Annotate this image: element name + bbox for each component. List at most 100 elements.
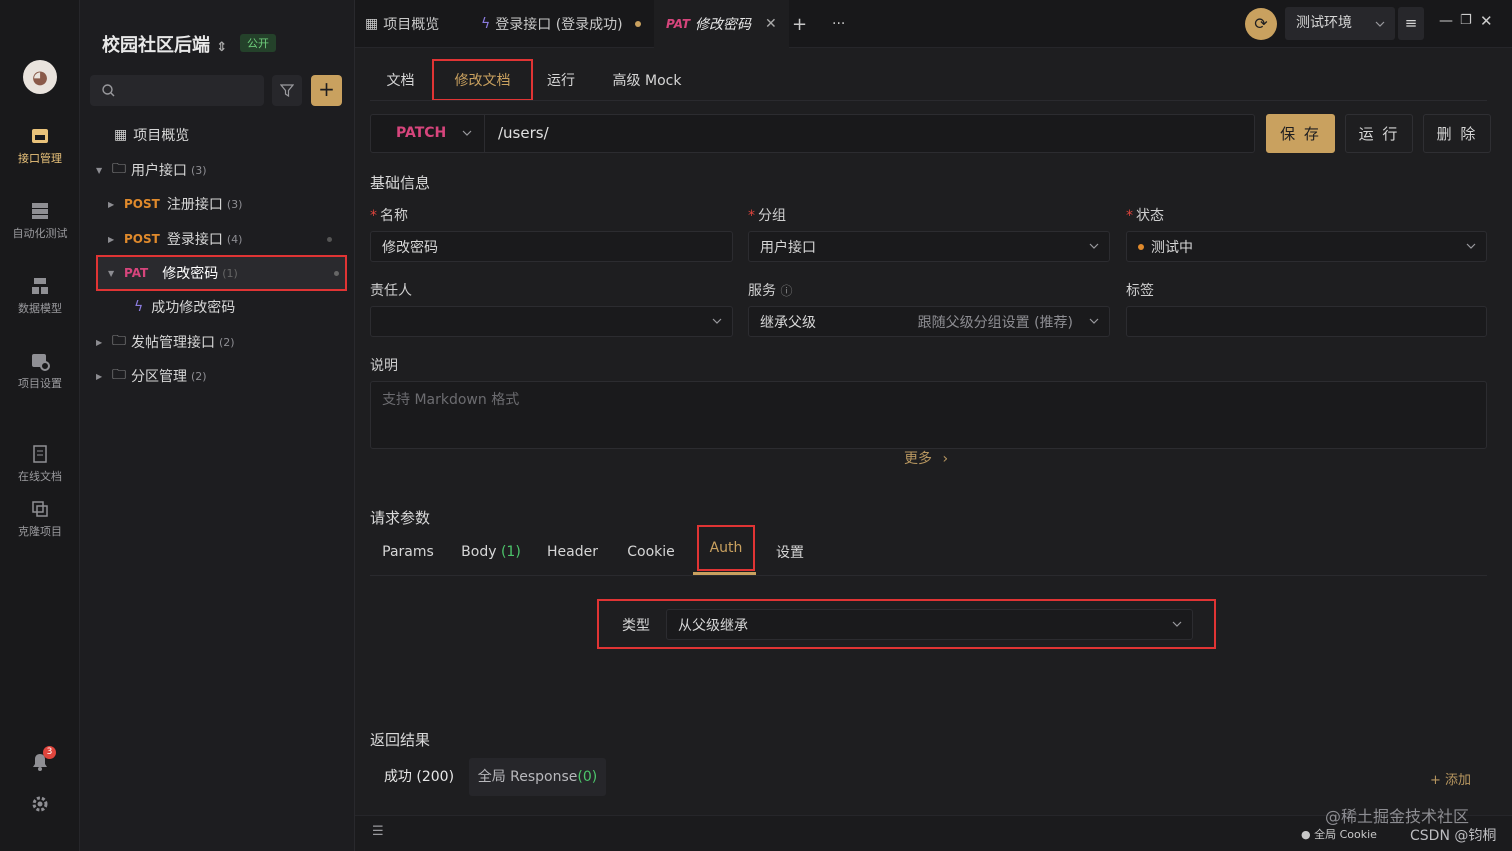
tree-label: 项目概览 — [133, 128, 190, 144]
tab-header[interactable]: Header — [540, 530, 605, 574]
add-response-button[interactable]: + 添加 — [1430, 769, 1471, 788]
help-icon[interactable]: ⓘ — [780, 284, 792, 298]
rail-item-data-model[interactable]: 数据模型 — [0, 276, 80, 316]
tab-body-label: Body — [461, 544, 497, 560]
tree-item-register[interactable]: ▶ POST 注册接口 (3) — [108, 189, 346, 219]
method-badge: POST — [124, 197, 160, 211]
group-select[interactable]: 用户接口 — [748, 231, 1110, 262]
tree-item-overview[interactable]: ▦ 项目概览 — [114, 120, 346, 150]
tree-item-case[interactable]: ϟ 成功修改密码 — [134, 292, 346, 322]
outline-icon[interactable]: ☰ — [372, 824, 384, 839]
search-input[interactable] — [90, 75, 264, 106]
response-title: 返回结果 — [370, 731, 431, 749]
caret-right-icon: ▶ — [96, 371, 103, 381]
tab-login[interactable]: ϟ 登录接口 (登录成功) — [481, 0, 641, 48]
project-title[interactable]: 校园社区后端 ⇕ — [102, 31, 227, 57]
tree-folder-zones[interactable]: ▶ 🗀 分区管理 (2) — [96, 361, 346, 391]
tab-method: PAT — [666, 17, 691, 31]
url-bar: PATCH /users/ — [370, 114, 1255, 153]
filter-icon — [280, 84, 294, 97]
sync-icon[interactable]: ⟳ — [1245, 8, 1277, 40]
tree-item-change-password[interactable]: ▼ PAT 修改密码 (1) — [96, 255, 347, 291]
minimize-icon[interactable]: — — [1439, 13, 1453, 29]
tree-label: 修改密码 — [162, 266, 219, 282]
folder-icon: 🗀 — [112, 333, 126, 349]
environment-select[interactable]: 测试环境 — [1285, 7, 1395, 40]
avatar[interactable]: ◕ — [23, 60, 57, 94]
method-badge: PAT — [124, 266, 149, 280]
new-tab-button[interactable]: + — [792, 0, 807, 48]
run-button[interactable]: 运 行 — [1345, 114, 1413, 153]
method-badge: POST — [124, 232, 160, 246]
restore-icon[interactable]: ❐ — [1460, 13, 1472, 28]
chevron-down-icon — [1172, 621, 1182, 627]
delete-button[interactable]: 删 除 — [1423, 114, 1491, 153]
more-link[interactable]: 更多 › — [904, 448, 948, 468]
method-value: PATCH — [396, 125, 447, 141]
tab-auth[interactable]: Auth — [697, 525, 755, 571]
group-label: * 分组 — [748, 208, 786, 224]
rail-label-api: 接口管理 — [18, 152, 62, 165]
status-dot — [1138, 243, 1144, 250]
name-field[interactable]: 修改密码 — [370, 231, 733, 262]
tree-folder-posts[interactable]: ▶ 🗀 发帖管理接口 (2) — [96, 327, 346, 357]
tree-item-login[interactable]: ▶ POST 登录接口 (4) — [108, 224, 346, 254]
gear-icon[interactable] — [31, 795, 49, 813]
tab-params[interactable]: Params — [373, 530, 443, 574]
owner-select[interactable] — [370, 306, 733, 337]
auth-type-select[interactable]: 从父级继承 — [666, 609, 1193, 640]
bolt-icon: ϟ — [134, 299, 144, 315]
rail-label-online-doc: 在线文档 — [18, 470, 62, 483]
response-tab-global-label: 全局 Response — [477, 769, 578, 785]
online-doc-icon — [33, 445, 47, 463]
subtab-doc[interactable]: 文档 — [373, 60, 428, 100]
description-textarea[interactable]: 支持 Markdown 格式 — [370, 381, 1487, 449]
switch-icon: ⇕ — [216, 40, 228, 55]
tree-label: 发帖管理接口 — [131, 335, 215, 351]
tags-input[interactable] — [1126, 306, 1487, 337]
tree-folder-user[interactable]: ▼ 🗀 用户接口 (3) — [96, 155, 346, 185]
data-model-icon — [32, 278, 48, 294]
close-icon[interactable]: ✕ — [765, 16, 777, 32]
status-value: 测试中 — [1151, 239, 1193, 256]
auth-type-value: 从父级继承 — [678, 617, 748, 634]
rail-item-api[interactable]: 接口管理 — [0, 126, 80, 166]
path-input[interactable]: /users/ — [498, 115, 549, 152]
tab-cookie[interactable]: Cookie — [620, 530, 682, 574]
tab-body[interactable]: Body (1) — [456, 530, 526, 574]
main-panel: ▦ 项目概览 ϟ 登录接口 (登录成功) PAT 修改密码 ✕ + ··· ⟳ … — [355, 0, 1512, 851]
response-tab-success[interactable]: 成功 (200) — [373, 758, 465, 796]
chevron-down-icon — [462, 130, 472, 136]
subtab-run[interactable]: 运行 — [535, 60, 587, 100]
add-button[interactable]: + — [311, 75, 342, 106]
menu-icon[interactable]: ≡ — [1398, 7, 1424, 40]
subtab-edit-doc[interactable]: 修改文档 — [432, 59, 533, 101]
tab-change-password[interactable]: PAT 修改密码 ✕ — [654, 0, 789, 48]
more-tabs-button[interactable]: ··· — [832, 0, 845, 48]
rail-item-settings[interactable]: 项目设置 — [0, 351, 80, 391]
owner-label: 责任人 — [370, 283, 412, 299]
rail-item-online-doc[interactable]: 在线文档 — [0, 444, 80, 484]
divider — [370, 575, 1487, 576]
response-tab-global[interactable]: 全局 Response(0) — [469, 758, 606, 796]
rail-item-clone[interactable]: 克隆项目 — [0, 499, 80, 539]
tree-count: (3) — [226, 197, 243, 211]
subtab-mock[interactable]: 高级 Mock — [602, 60, 692, 100]
filter-button[interactable] — [272, 75, 302, 106]
service-select[interactable]: 继承父级 跟随父级分组设置 (推荐) — [748, 306, 1110, 337]
status-select[interactable]: 测试中 — [1126, 231, 1487, 262]
method-select[interactable]: PATCH — [371, 115, 485, 152]
bolt-icon: ϟ — [481, 16, 491, 32]
save-button[interactable]: 保 存 — [1266, 114, 1335, 153]
tab-settings[interactable]: 设置 — [770, 530, 810, 574]
tab-label: 登录接口 (登录成功) — [495, 17, 623, 33]
tab-overview[interactable]: ▦ 项目概览 — [365, 0, 439, 48]
window-close-icon[interactable]: ✕ — [1480, 12, 1493, 30]
service-label: 服务 ⓘ — [748, 280, 792, 300]
cookie-label: 全局 Cookie — [1314, 828, 1377, 841]
rail-label-clone: 克隆项目 — [18, 525, 62, 538]
name-label-text: 名称 — [380, 208, 408, 224]
rail-item-automation[interactable]: 自动化测试 — [0, 201, 80, 241]
tree-count: (2) — [191, 369, 207, 383]
global-cookie-button[interactable]: ● 全局 Cookie — [1301, 826, 1377, 842]
